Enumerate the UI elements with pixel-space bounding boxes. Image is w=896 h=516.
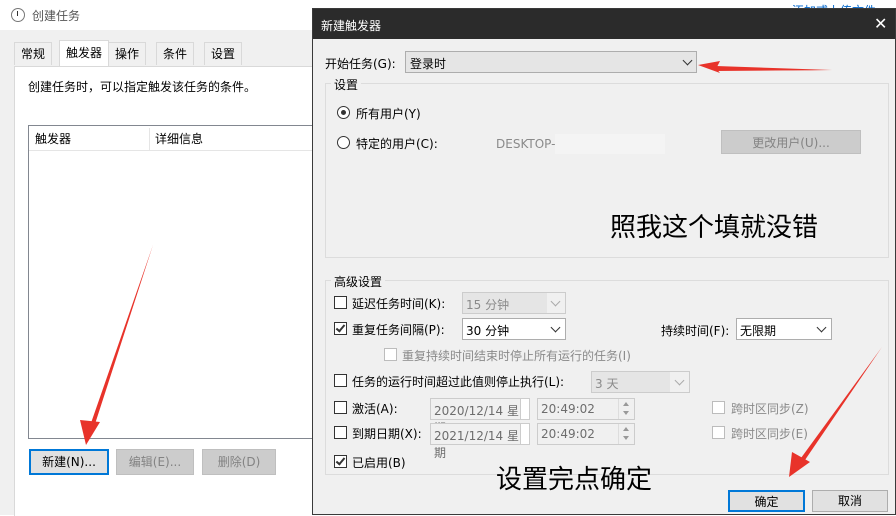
tab-conditions[interactable]: 条件	[156, 42, 195, 65]
spinner-icon[interactable]	[618, 399, 634, 419]
triggers-list-header: 触发器 详细信息	[29, 126, 321, 151]
enabled-label[interactable]: 已启用(B)	[352, 454, 406, 471]
duration-label: 持续时间(F):	[661, 324, 730, 338]
delay-checkbox[interactable]	[334, 296, 347, 309]
chevron-down-icon	[682, 55, 693, 66]
activate-date-picker[interactable]: 2020/12/14 星期	[430, 398, 530, 435]
expire-date-value: 2021/12/14 星期	[434, 429, 519, 460]
dialog-title: 新建触发器	[321, 19, 382, 33]
annotation-fill-like-me: 照我这个填就没错	[610, 213, 819, 243]
delay-select[interactable]: 15 分钟	[462, 292, 566, 314]
settings-group-title: 设置	[331, 76, 362, 93]
chevron-down-icon	[550, 322, 561, 333]
begin-task-value: 登录时	[410, 57, 447, 71]
expire-sync-checkbox[interactable]	[712, 426, 725, 439]
specific-user-label[interactable]: 特定的用户(C):	[356, 135, 438, 152]
repeat-label[interactable]: 重复任务间隔(P):	[352, 321, 445, 338]
spinner-icon[interactable]	[618, 424, 634, 444]
tab-actions[interactable]: 操作	[108, 42, 147, 65]
stop-if-longer-label[interactable]: 任务的运行时间超过此值则停止执行(L):	[352, 373, 564, 390]
ok-button[interactable]: 确定	[728, 490, 805, 512]
stop-if-longer-value: 3 天	[595, 377, 619, 391]
duration-select[interactable]: 无限期	[736, 318, 832, 340]
repeat-checkbox[interactable]	[334, 322, 347, 335]
annotation-set-then-ok: 设置完点确定	[496, 465, 653, 495]
repeat-select[interactable]: 30 分钟	[462, 318, 566, 340]
all-users-radio[interactable]	[337, 106, 350, 119]
repeat-value: 30 分钟	[466, 324, 510, 338]
create-task-titlebar: 创建任务	[0, 0, 320, 30]
create-task-title: 创建任务	[32, 9, 81, 23]
duration-value: 无限期	[740, 324, 777, 338]
tab-triggers[interactable]: 触发器	[59, 40, 110, 67]
column-separator[interactable]	[149, 128, 150, 150]
stop-if-longer-select[interactable]: 3 天	[591, 371, 690, 393]
expire-time-value: 20:49:02	[541, 427, 595, 441]
triggers-description: 创建任务时，可以指定触发该任务的条件。	[28, 80, 257, 94]
expire-label[interactable]: 到期日期(X):	[352, 425, 422, 442]
activate-label[interactable]: 激活(A):	[352, 400, 398, 417]
close-icon[interactable]: ✕	[874, 14, 887, 33]
delay-value: 15 分钟	[466, 298, 510, 312]
stop-if-longer-checkbox[interactable]	[334, 374, 347, 387]
clock-icon	[11, 8, 25, 22]
redacted-username	[555, 134, 665, 154]
begin-task-select[interactable]: 登录时	[405, 51, 697, 73]
stop-all-checkbox[interactable]	[384, 348, 397, 361]
new-trigger-dialog: 新建触发器 ✕ 开始任务(G): 登录时 设置 所有用户(Y) 特定的用户(C)…	[312, 8, 896, 515]
begin-task-label: 开始任务(G):	[325, 57, 396, 71]
column-trigger[interactable]: 触发器	[35, 130, 71, 147]
advanced-settings-title: 高级设置	[331, 273, 386, 290]
activate-checkbox[interactable]	[334, 401, 347, 414]
change-user-button[interactable]: 更改用户(U)...	[721, 130, 861, 154]
edit-trigger-button[interactable]: 编辑(E)...	[116, 449, 194, 475]
chevron-down-icon	[816, 322, 827, 333]
activate-time-picker[interactable]: 20:49:02	[537, 398, 635, 420]
delay-label[interactable]: 延迟任务时间(K):	[352, 295, 445, 312]
dialog-titlebar: 新建触发器 ✕	[313, 9, 895, 39]
specific-user-radio[interactable]	[337, 136, 350, 149]
computer-name-text: DESKTOP-	[496, 137, 556, 151]
activate-sync-checkbox[interactable]	[712, 401, 725, 414]
tab-general[interactable]: 常规	[14, 42, 53, 65]
tab-settings[interactable]: 设置	[204, 42, 243, 65]
expire-checkbox[interactable]	[334, 426, 347, 439]
triggers-list[interactable]: 触发器 详细信息	[28, 125, 322, 439]
all-users-label[interactable]: 所有用户(Y)	[356, 105, 421, 122]
cancel-button[interactable]: 取消	[812, 490, 888, 512]
expire-date-picker[interactable]: 2021/12/14 星期	[430, 423, 530, 460]
chevron-down-icon	[674, 375, 685, 386]
expire-time-picker[interactable]: 20:49:02	[537, 423, 635, 445]
enabled-checkbox[interactable]	[334, 455, 347, 468]
activate-sync-label[interactable]: 跨时区同步(Z)	[731, 400, 809, 417]
column-details[interactable]: 详细信息	[155, 130, 203, 147]
stop-all-label[interactable]: 重复持续时间结束时停止所有运行的任务(I)	[402, 347, 631, 364]
activate-time-value: 20:49:02	[541, 402, 595, 416]
chevron-down-icon	[550, 296, 561, 307]
expire-sync-label[interactable]: 跨时区同步(E)	[731, 425, 808, 442]
delete-trigger-button[interactable]: 删除(D)	[202, 449, 276, 475]
new-trigger-button[interactable]: 新建(N)...	[29, 449, 109, 475]
